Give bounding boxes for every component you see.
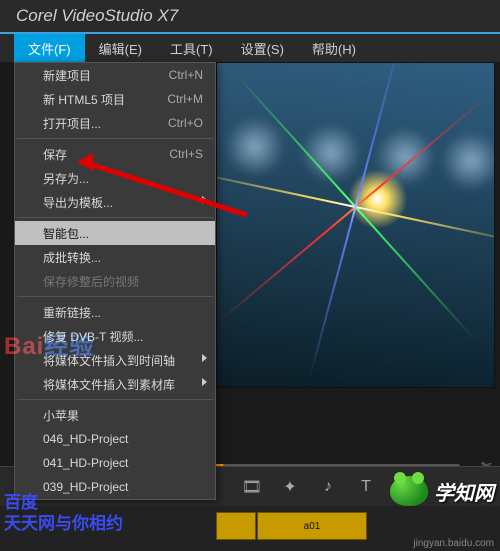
watermark-baidu: Bai经验 xyxy=(4,326,94,361)
menu-item-label: 成批转换... xyxy=(43,249,101,266)
menu-item-label: 重新链接... xyxy=(43,304,101,321)
menu-item-label: 保存 xyxy=(43,146,67,163)
transition-icon[interactable]: ✦ xyxy=(278,475,302,499)
menu-edit[interactable]: 编辑(E) xyxy=(85,34,156,63)
menu-separator xyxy=(17,217,213,218)
menubar: 文件(F) 编辑(E) 工具(T) 设置(S) 帮助(H) xyxy=(0,34,500,62)
menu-item-label: 041_HD-Project xyxy=(43,456,128,470)
menu-item-shortcut: Ctrl+M xyxy=(167,92,203,106)
submenu-arrow-icon xyxy=(202,196,207,204)
menu-item-label: 将媒体文件插入到素材库 xyxy=(43,376,175,393)
submenu-arrow-icon xyxy=(202,354,207,362)
menu-item-recent-2[interactable]: 046_HD-Project xyxy=(15,427,215,451)
submenu-arrow-icon xyxy=(202,378,207,386)
menu-item-save-as[interactable]: 另存为... xyxy=(15,166,215,190)
menu-file[interactable]: 文件(F) xyxy=(14,34,85,63)
menu-separator xyxy=(17,138,213,139)
menu-item-relink[interactable]: 重新链接... xyxy=(15,300,215,324)
menu-item-shortcut: Ctrl+N xyxy=(169,68,203,82)
audio-icon[interactable]: ♪ xyxy=(316,475,340,499)
timeline-clip[interactable] xyxy=(216,512,256,540)
video-preview[interactable] xyxy=(216,62,495,388)
menu-item-new-project[interactable]: 新建项目 Ctrl+N xyxy=(15,63,215,87)
watermark-site: jingyan.baidu.com xyxy=(413,538,494,549)
watermark-xuezhiwang: 学知网 xyxy=(388,472,494,506)
frog-icon xyxy=(388,472,430,506)
film-icon[interactable]: 🎞 xyxy=(240,475,264,499)
menu-item-recent-1[interactable]: 小苹果 xyxy=(15,403,215,427)
menu-item-smart-package[interactable]: 智能包... xyxy=(15,221,215,245)
menu-item-save-trimmed: 保存修整后的视频 xyxy=(15,269,215,293)
menu-item-open-project[interactable]: 打开项目... Ctrl+O xyxy=(15,111,215,135)
menu-item-insert-library[interactable]: 将媒体文件插入到素材库 xyxy=(15,372,215,396)
menu-item-new-html5[interactable]: 新 HTML5 项目 Ctrl+M xyxy=(15,87,215,111)
menu-item-label: 保存修整后的视频 xyxy=(43,273,139,290)
file-menu-dropdown: 新建项目 Ctrl+N 新 HTML5 项目 Ctrl+M 打开项目... Ct… xyxy=(14,62,216,500)
menu-item-label: 智能包... xyxy=(43,225,89,242)
titlebar: Corel VideoStudio X7 xyxy=(0,0,500,34)
menu-separator xyxy=(17,296,213,297)
menu-help[interactable]: 帮助(H) xyxy=(298,34,370,63)
title-icon[interactable]: T xyxy=(354,475,378,499)
menu-item-label: 导出为模板... xyxy=(43,194,113,211)
menu-item-save[interactable]: 保存 Ctrl+S xyxy=(15,142,215,166)
menu-item-batch-convert[interactable]: 成批转换... xyxy=(15,245,215,269)
menu-separator xyxy=(17,399,213,400)
timeline-clip[interactable]: a01 xyxy=(257,512,367,540)
menu-item-label: 新 HTML5 项目 xyxy=(43,91,125,108)
menu-item-export-template[interactable]: 导出为模板... xyxy=(15,190,215,214)
menu-item-recent-3[interactable]: 041_HD-Project xyxy=(15,451,215,475)
app-title: Corel VideoStudio X7 xyxy=(16,6,178,26)
menu-item-label: 另存为... xyxy=(43,170,89,187)
menu-settings[interactable]: 设置(S) xyxy=(227,34,298,63)
watermark-blue: 百度 天天网与你相约 xyxy=(4,492,123,535)
menu-tools[interactable]: 工具(T) xyxy=(156,34,227,63)
menu-item-shortcut: Ctrl+O xyxy=(168,116,203,130)
menu-item-label: 小苹果 xyxy=(43,407,79,424)
menu-item-label: 新建项目 xyxy=(43,67,91,84)
menu-item-label: 打开项目... xyxy=(43,115,101,132)
menu-item-shortcut: Ctrl+S xyxy=(169,147,203,161)
menu-item-label: 046_HD-Project xyxy=(43,432,128,446)
